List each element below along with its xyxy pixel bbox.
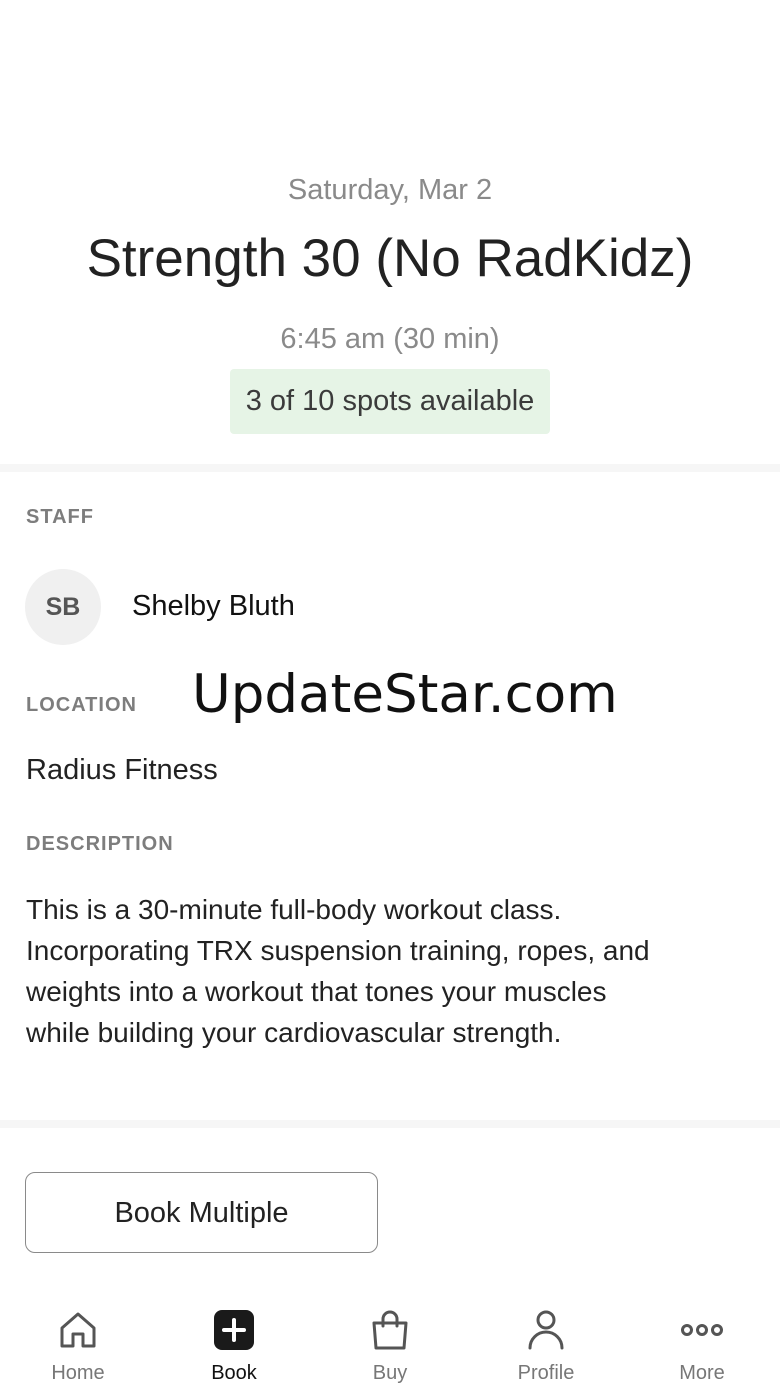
more-dots-icon (681, 1324, 723, 1336)
tab-buy[interactable]: Buy (312, 1290, 468, 1387)
plus-square-icon (214, 1310, 254, 1350)
tab-book[interactable]: Book (156, 1290, 312, 1387)
tab-label: Buy (372, 1362, 408, 1384)
class-time: 6:45 am (30 min) (280, 323, 500, 355)
bottom-tab-bar: Home Book Buy Profile More (0, 1290, 780, 1387)
description-section-label: DESCRIPTION (26, 833, 174, 855)
class-date: Saturday, Mar 2 (287, 174, 493, 206)
watermark-text: UpdateStar.com (192, 664, 618, 725)
book-multiple-button[interactable]: Book Multiple (25, 1172, 378, 1253)
location-name: Radius Fitness (26, 754, 218, 786)
description-line: while building your cardiovascular stren… (26, 1017, 562, 1048)
staff-name[interactable]: Shelby Bluth (132, 590, 295, 623)
section-divider (0, 1120, 780, 1128)
tab-label: Book (211, 1362, 257, 1384)
tab-more[interactable]: More (624, 1290, 780, 1387)
home-icon (60, 1312, 96, 1348)
staff-avatar: SB (25, 569, 101, 645)
staff-section-label: STAFF (26, 506, 94, 528)
tab-home[interactable]: Home (0, 1290, 156, 1387)
spots-available-badge: 3 of 10 spots available (230, 369, 550, 434)
tab-label: Home (51, 1362, 105, 1384)
class-header: Saturday, Mar 2 Strength 30 (No RadKidz)… (0, 0, 780, 466)
shopping-bag-icon (372, 1310, 408, 1350)
person-icon (528, 1310, 564, 1350)
tab-profile[interactable]: Profile (468, 1290, 624, 1387)
section-divider (0, 464, 780, 472)
tab-label: Profile (517, 1362, 575, 1384)
class-title: Strength 30 (No RadKidz) (86, 229, 694, 288)
description-line: weights into a workout that tones your m… (26, 976, 607, 1007)
tab-label: More (679, 1362, 725, 1384)
location-section-label: LOCATION (26, 694, 137, 716)
description-line: Incorporating TRX suspension training, r… (26, 935, 650, 966)
class-description: This is a 30-minute full-body workout cl… (26, 889, 746, 1053)
description-line: This is a 30-minute full-body workout cl… (26, 894, 562, 925)
